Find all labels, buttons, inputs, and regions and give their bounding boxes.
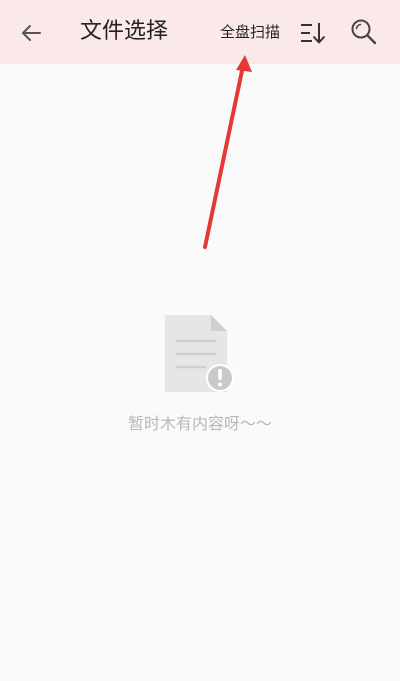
- arrow-left-icon: [22, 25, 41, 41]
- file-picker-screen: 文件选择 全盘扫描 暂时木有内容呀～～: [0, 0, 400, 681]
- top-app-bar: 文件选择 全盘扫描: [0, 0, 400, 64]
- empty-file-warning-icon: [160, 310, 240, 396]
- sort-descending-icon: [301, 23, 326, 44]
- search-icon: [351, 19, 377, 45]
- empty-state-message: 暂时木有内容呀～～: [127, 414, 272, 433]
- search-button[interactable]: [348, 16, 380, 48]
- sort-button[interactable]: [297, 18, 329, 48]
- page-title: 文件选择: [80, 19, 169, 44]
- full-disk-scan-button[interactable]: 全盘扫描: [220, 21, 280, 43]
- back-button[interactable]: [14, 16, 48, 50]
